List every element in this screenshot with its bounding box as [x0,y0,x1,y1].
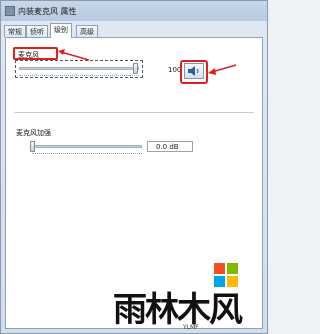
title-bar[interactable]: 内装麦克风 属性 [1,1,267,21]
boost-value: 0.0 dB [156,143,179,151]
speaker-icon [188,66,199,76]
annotation-arrow-icon [208,64,237,75]
brand-logo: 雨林木风 YLMF [113,290,245,331]
brand-watermark: 雨林木风 YLMF [111,263,261,331]
window-title: 内装麦克风 属性 [18,7,77,16]
section-divider [14,112,254,113]
properties-window: 内装麦克风 属性 常规 侦听 级别 高级 麦克风 100 麦克风加强 0.0 d… [0,0,268,334]
mute-button[interactable] [184,63,204,79]
svg-text:YLMF: YLMF [182,324,199,331]
tab-levels[interactable]: 级别 [50,23,72,38]
microphone-label-highlight: 麦克风 [13,47,58,60]
window-icon [5,6,15,16]
tab-general[interactable]: 常规 [4,25,26,37]
boost-label: 麦克风加强 [16,129,51,137]
microphone-slider-track[interactable] [19,67,139,70]
boost-value-box: 0.0 dB [147,141,193,152]
boost-slider-ticks [32,150,142,154]
svg-text:雨林木风: 雨林木风 [113,290,243,330]
tab-listen[interactable]: 侦听 [26,25,48,37]
tab-advanced[interactable]: 高级 [76,25,98,37]
windows-logo-icon [214,263,238,287]
microphone-label: 麦克风 [18,51,39,59]
microphone-slider-ticks [19,72,139,76]
boost-slider-track[interactable] [32,145,142,148]
